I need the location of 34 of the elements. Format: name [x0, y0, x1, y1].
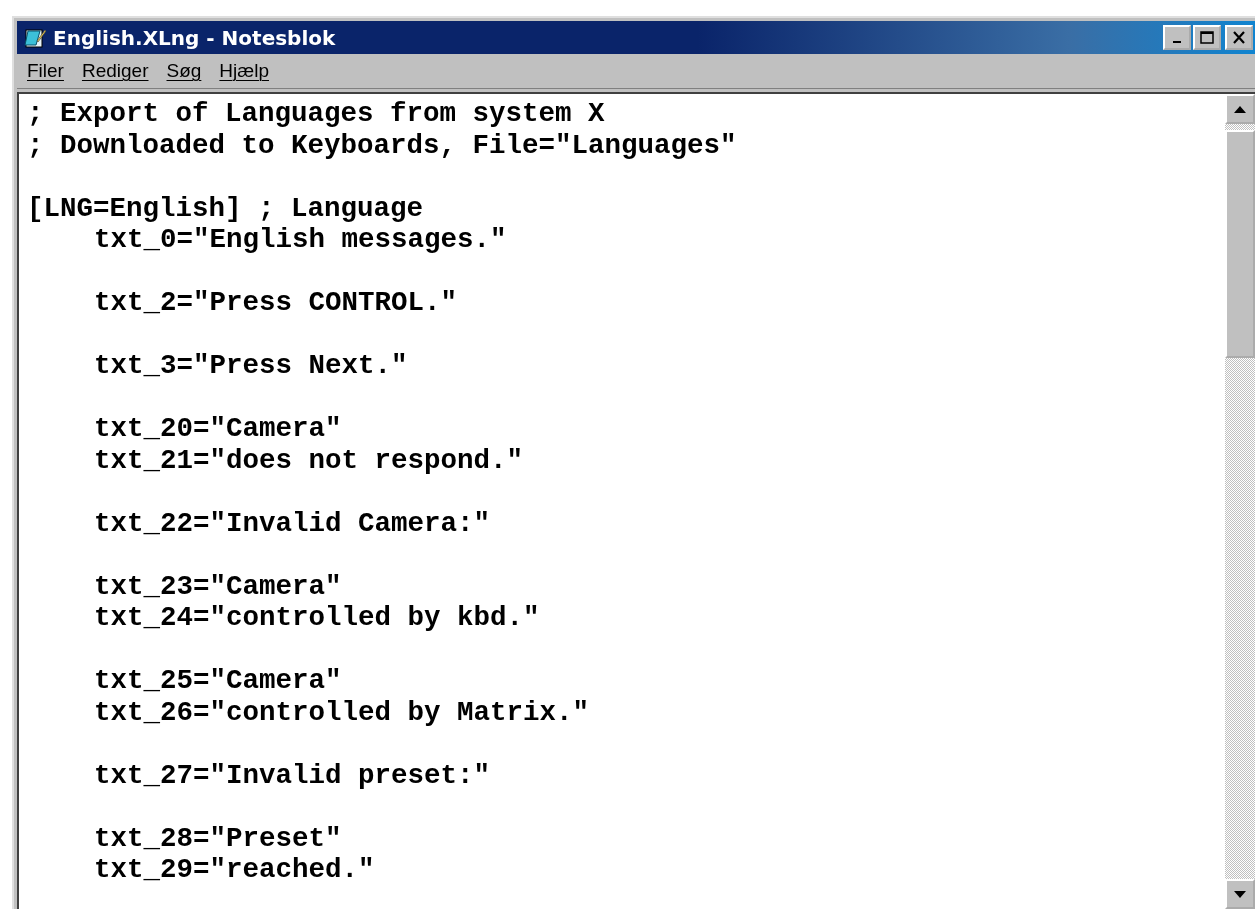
- menu-item[interactable]: Rediger: [81, 60, 149, 82]
- minimize-button[interactable]: [1163, 25, 1191, 50]
- menu-item[interactable]: Filer: [27, 60, 64, 82]
- maximize-button[interactable]: [1193, 25, 1221, 50]
- minimize-icon: [1173, 40, 1181, 43]
- entry-line: txt_3="Press Next.": [94, 350, 408, 382]
- entry-line: txt_24="controlled by kbd.": [94, 602, 540, 634]
- entry-line: txt_29="reached.": [94, 854, 375, 886]
- section-line: [LNG=English] ; Language: [27, 192, 424, 224]
- entry-line: txt_25="Camera": [94, 665, 342, 697]
- comment-line: ; Export of Languages from system X: [27, 98, 605, 130]
- maximize-icon: [1200, 31, 1214, 44]
- close-button[interactable]: [1225, 25, 1253, 50]
- scroll-thumb[interactable]: [1225, 130, 1255, 358]
- menu-item[interactable]: Søg: [166, 60, 202, 82]
- vertical-scrollbar[interactable]: [1225, 94, 1255, 909]
- comment-line: ; Downloaded to Keyboards, File="Languages": [27, 129, 737, 161]
- window-title: English.XLng - Notesblok: [53, 25, 337, 50]
- entry-line: txt_0="English messages.": [94, 224, 507, 256]
- scroll-down-button[interactable]: [1225, 879, 1255, 909]
- close-icon: [1232, 31, 1246, 44]
- up-arrow-icon: [1234, 105, 1246, 113]
- entry-line: txt_20="Camera": [94, 413, 342, 445]
- down-arrow-icon: [1234, 890, 1246, 898]
- entry-line: txt_27="Invalid preset:": [94, 759, 491, 791]
- entry-line: txt_21="does not respond.": [94, 444, 524, 476]
- entry-line: txt_28="Preset": [94, 822, 342, 854]
- menu-item[interactable]: Hjælp: [219, 60, 269, 82]
- entry-line: txt_22="Invalid Camera:": [94, 507, 491, 539]
- entry-line: txt_2="Press CONTROL.": [94, 287, 458, 319]
- notepad-icon: [23, 26, 47, 49]
- entry-line: txt_26="controlled by Matrix.": [94, 696, 590, 728]
- scroll-up-button[interactable]: [1225, 94, 1255, 124]
- entry-line: txt_23="Camera": [94, 570, 342, 602]
